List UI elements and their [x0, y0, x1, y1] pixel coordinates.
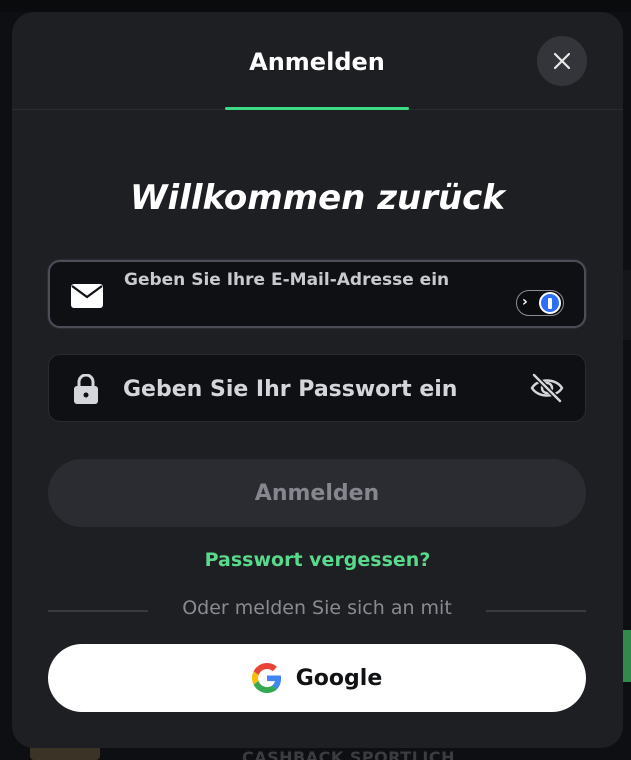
login-submit-button[interactable]: Anmelden [48, 459, 586, 527]
tab-bar: Anmelden [12, 12, 623, 110]
email-label: Geben Sie Ihre E-Mail-Adresse ein [124, 270, 450, 290]
password-input[interactable] [123, 373, 523, 405]
password-manager-icon [539, 292, 561, 314]
mail-icon [70, 282, 104, 310]
page-title: Willkommen zurück [130, 178, 505, 218]
forgot-password-link[interactable]: Passwort vergessen? [12, 549, 623, 571]
divider-text: Oder melden Sie sich an mit [182, 597, 452, 619]
background-heading: CASHBACK SPORTLICH [242, 748, 455, 760]
password-field[interactable] [48, 354, 586, 422]
background-banner [623, 270, 631, 340]
divider-line-right [486, 610, 586, 612]
page-background-top [0, 0, 631, 12]
email-field[interactable]: Geben Sie Ihre E-Mail-Adresse ein › [48, 260, 586, 328]
lock-icon [69, 374, 103, 404]
divider: Oder melden Sie sich an mit [48, 597, 586, 623]
toggle-password-visibility[interactable] [527, 369, 567, 407]
password-manager-button[interactable]: › [516, 290, 564, 316]
chevron-right-icon: › [522, 294, 528, 310]
login-modal: Anmelden Willkommen zurück Geben Sie Ihr… [12, 12, 623, 748]
eye-slash-icon [530, 373, 564, 403]
tab-active-indicator [225, 107, 409, 110]
google-login-label: Google [295, 665, 383, 691]
tab-login[interactable]: Anmelden [225, 48, 409, 110]
google-login-button[interactable]: Google [48, 644, 586, 712]
close-button[interactable] [537, 36, 587, 86]
close-icon [553, 52, 571, 70]
email-input[interactable] [124, 296, 504, 320]
google-logo-icon [251, 663, 281, 693]
